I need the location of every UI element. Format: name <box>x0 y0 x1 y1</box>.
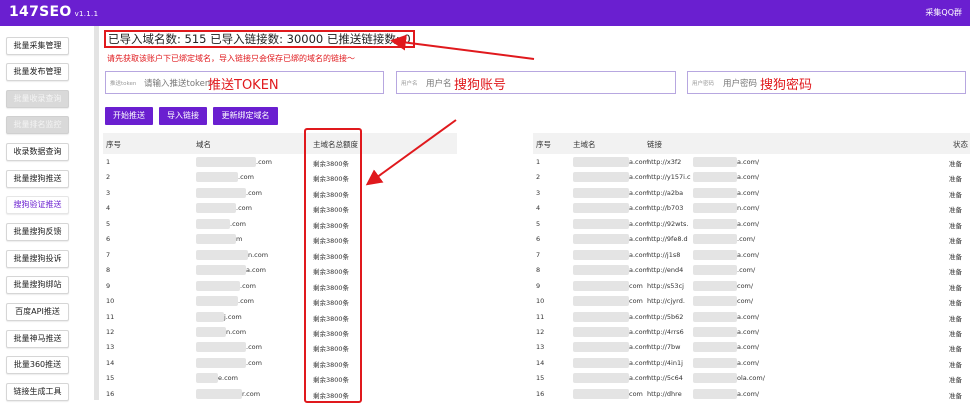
annotation-arrows <box>365 34 535 186</box>
arrow-to-quota <box>365 119 457 186</box>
arrow-to-stats <box>390 34 535 60</box>
